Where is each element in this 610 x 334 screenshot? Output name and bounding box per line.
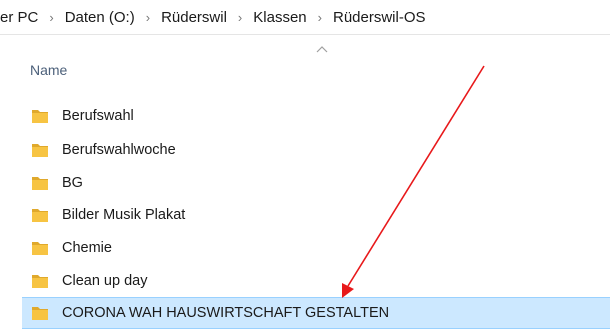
- sort-ascending-icon[interactable]: [316, 44, 328, 54]
- folder-name: CORONA WAH HAUSWIRTSCHAFT GESTALTEN: [62, 305, 390, 321]
- chevron-right-icon[interactable]: ›: [49, 10, 53, 25]
- folder-name: BG: [62, 175, 83, 191]
- folder-name: Berufswahlwoche: [62, 142, 176, 158]
- list-item[interactable]: Clean up day: [22, 267, 610, 295]
- folder-icon: [32, 242, 48, 255]
- folder-icon: [32, 275, 48, 288]
- folder-name: Clean up day: [62, 273, 148, 289]
- list-item-selected[interactable]: CORONA WAH HAUSWIRTSCHAFT GESTALTEN: [22, 297, 610, 329]
- folder-icon: [32, 144, 48, 157]
- chevron-right-icon[interactable]: ›: [238, 10, 242, 25]
- folder-icon: [32, 307, 48, 320]
- breadcrumb-item-ruederswil[interactable]: Rüderswil: [159, 9, 229, 26]
- folder-name: Bilder Musik Plakat: [62, 207, 186, 223]
- breadcrumb-item-current[interactable]: Rüderswil-OS: [331, 9, 428, 26]
- list-item[interactable]: Chemie: [22, 234, 610, 262]
- list-item[interactable]: Berufswahlwoche: [22, 136, 610, 164]
- folder-name: Berufswahl: [62, 108, 134, 124]
- breadcrumb: er PC › Daten (O:) › Rüderswil › Klassen…: [0, 0, 610, 34]
- folder-icon: [32, 177, 48, 190]
- chevron-right-icon[interactable]: ›: [146, 10, 150, 25]
- folder-icon: [32, 110, 48, 123]
- chevron-right-icon[interactable]: ›: [318, 10, 322, 25]
- list-item[interactable]: BG: [22, 169, 610, 197]
- folder-name: Chemie: [62, 240, 112, 256]
- breadcrumb-item-klassen[interactable]: Klassen: [251, 9, 308, 26]
- list-item[interactable]: Bilder Musik Plakat: [22, 201, 610, 229]
- folder-icon: [32, 209, 48, 222]
- column-header-name[interactable]: Name: [30, 62, 67, 78]
- divider: [0, 34, 610, 35]
- breadcrumb-item-drive[interactable]: Daten (O:): [63, 9, 137, 26]
- list-item[interactable]: Berufswahl: [22, 102, 610, 130]
- breadcrumb-item-this-pc[interactable]: er PC: [0, 9, 40, 26]
